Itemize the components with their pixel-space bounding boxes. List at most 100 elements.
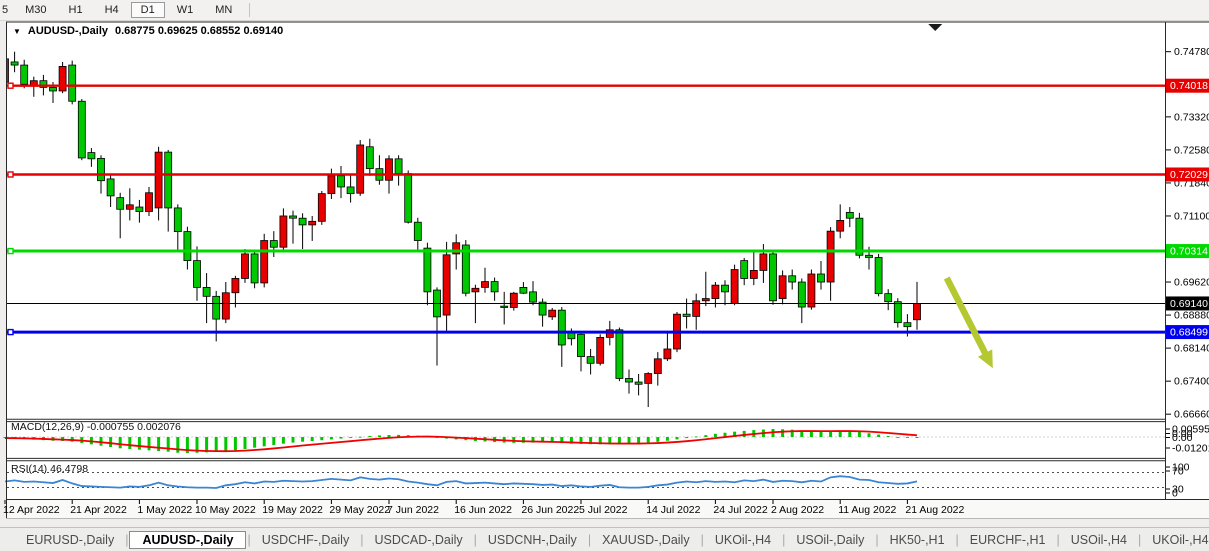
price-axis-label: 0.68880 — [1174, 310, 1209, 322]
candlestick-down — [299, 218, 306, 225]
candlestick-up — [386, 159, 393, 180]
macd-histogram-bar — [906, 437, 909, 438]
candlestick-up — [146, 193, 153, 212]
date-label: 7 Jun 2022 — [387, 504, 439, 516]
symbol-tab-usoildaily[interactable]: USOil-,Daily — [786, 531, 874, 549]
macd-histogram-bar — [858, 432, 861, 437]
symbol-tab-usoilh4[interactable]: USOil-,H4 — [1061, 531, 1137, 549]
macd-histogram-bar — [781, 429, 784, 437]
symbol-tab-ukoilh4[interactable]: UKOil-,H4 — [705, 531, 781, 549]
macd-histogram-bar — [676, 437, 679, 439]
price-badge-label: 0.69140 — [1170, 298, 1208, 310]
macd-histogram-bar — [282, 437, 285, 444]
macd-histogram-bar — [628, 437, 631, 444]
candlestick-up — [702, 299, 709, 301]
macd-histogram-bar — [292, 437, 295, 443]
candlestick-up — [155, 152, 162, 208]
rsi-value: 46.4798 — [50, 463, 88, 475]
candlestick-up — [654, 359, 661, 374]
line-anchor-marker[interactable] — [8, 249, 13, 254]
macd-histogram-bar — [244, 437, 247, 449]
candlestick-up — [837, 220, 844, 231]
candlestick-down — [251, 254, 258, 283]
date-label: 10 May 2022 — [195, 504, 256, 516]
price-badge-label: 0.74018 — [1170, 80, 1208, 92]
macd-axis-label: -0.012015 — [1172, 443, 1209, 455]
symbol-tab-hk50h1[interactable]: HK50-,H1 — [880, 531, 955, 549]
candlestick-up — [712, 285, 719, 298]
symbol-tab-eurchfh1[interactable]: EURCHF-,H1 — [960, 531, 1056, 549]
macd-histogram-bar — [340, 437, 343, 439]
symbol-tab-usdchfdaily[interactable]: USDCHF-,Daily — [252, 531, 360, 549]
candlestick-down — [904, 323, 911, 327]
date-label: 11 Aug 2022 — [838, 504, 896, 516]
candlestick-down — [530, 292, 537, 302]
candlestick-down — [78, 101, 85, 158]
symbol-tab-ukoilh4[interactable]: UKOil-,H4 — [1142, 531, 1209, 549]
candlestick-up — [357, 145, 364, 193]
price-axis-label: 0.74780 — [1174, 46, 1209, 58]
candlestick-down — [184, 232, 191, 261]
macd-histogram-bar — [215, 437, 218, 452]
candlestick-up — [779, 276, 786, 299]
candlestick-down — [520, 287, 527, 293]
symbol-tab-usdcnhdaily[interactable]: USDCNH-,Daily — [478, 531, 587, 549]
macd-histogram-bar — [138, 437, 141, 450]
candlestick-down — [626, 378, 633, 382]
symbol-tab-xauusddaily[interactable]: XAUUSD-,Daily — [592, 531, 700, 549]
candlestick-down — [770, 254, 777, 301]
rsi-axis-label: 70 — [1172, 466, 1184, 478]
symbol-tab-usdcaddaily[interactable]: USDCAD-,Daily — [364, 531, 472, 549]
macd-histogram-bar — [388, 435, 391, 437]
chart-symbol-label: AUDUSD-,Daily — [28, 25, 108, 37]
candlestick-up — [318, 194, 325, 222]
price-axis-label: 0.71100 — [1174, 210, 1209, 222]
candlestick-down — [818, 274, 825, 282]
price-axis-label: 0.72580 — [1174, 144, 1209, 156]
symbol-tab-eurusddaily[interactable]: EURUSD-,Daily — [16, 531, 124, 549]
macd-histogram-bar — [656, 437, 659, 442]
symbol-tab-audusddaily[interactable]: AUDUSD-,Daily — [129, 531, 246, 549]
candlestick-down — [616, 330, 623, 379]
candlestick-up — [59, 66, 66, 91]
chart-dropdown-icon[interactable]: ▼ — [13, 27, 21, 36]
candlestick-down — [213, 296, 220, 319]
candlestick-up — [731, 270, 738, 304]
rsi-axis-label: 0 — [1172, 488, 1178, 500]
candlestick-up — [242, 254, 249, 279]
macd-histogram-bar — [868, 433, 871, 437]
candlestick-down — [866, 255, 873, 257]
macd-histogram-bar — [157, 437, 160, 451]
price-axis-label: 0.73320 — [1174, 111, 1209, 123]
macd-histogram-bar — [320, 437, 323, 440]
macd-histogram-bar — [378, 435, 381, 437]
date-label: 12 Apr 2022 — [3, 504, 60, 516]
symbol-tabbar: EURUSD-,Daily|AUDUSD-,Daily|USDCHF-,Dail… — [0, 527, 1209, 551]
macd-histogram-bar — [368, 436, 371, 437]
macd-histogram-bar — [253, 437, 256, 448]
candlestick-up — [750, 270, 757, 278]
candlestick-down — [366, 147, 373, 169]
candlestick-down — [587, 357, 594, 364]
trading-terminal-window: 5M30H1H4D1W1MN ▼ AUDUSD-,Daily 0.68775 0… — [0, 0, 1209, 551]
candlestick-down — [136, 207, 143, 211]
date-label: 5 Jul 2022 — [579, 504, 628, 516]
date-label: 26 Jun 2022 — [521, 504, 579, 516]
line-anchor-marker[interactable] — [8, 330, 13, 335]
candlestick-up — [30, 81, 37, 85]
date-label: 19 May 2022 — [262, 504, 323, 516]
macd-histogram-bar — [916, 437, 919, 438]
macd-histogram-bar — [148, 437, 151, 450]
line-anchor-marker[interactable] — [8, 172, 13, 177]
candlestick-down — [568, 333, 575, 339]
date-label: 1 May 2022 — [137, 504, 192, 516]
candlestick-up — [328, 176, 335, 194]
line-anchor-marker[interactable] — [8, 83, 13, 88]
macd-values: -0.000755 0.002076 — [87, 421, 181, 433]
candlestick-down — [290, 216, 297, 218]
candlestick-down — [491, 282, 498, 292]
price-axis-label: 0.69620 — [1174, 277, 1209, 289]
candlestick-up — [2, 59, 9, 82]
candlestick-down — [539, 302, 546, 315]
candlestick-down — [69, 65, 76, 101]
